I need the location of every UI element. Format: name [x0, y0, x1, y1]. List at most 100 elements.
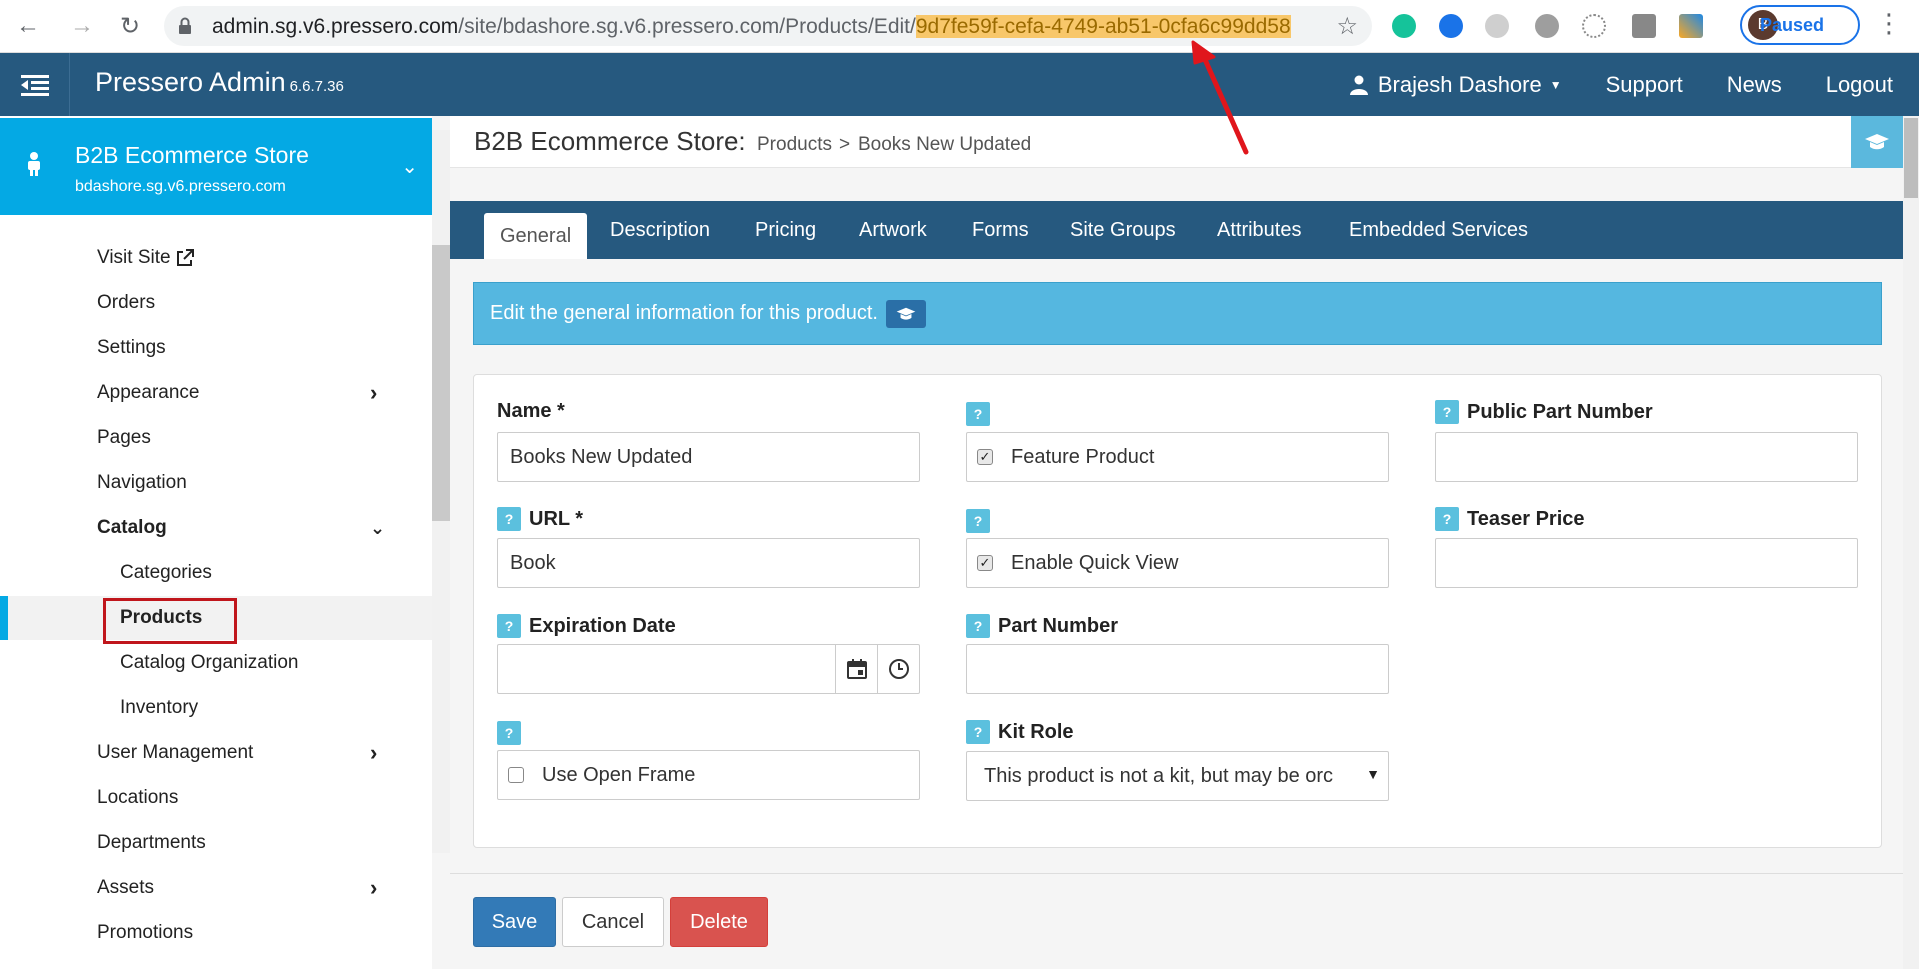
sidebar-item-catalog-organization[interactable]: Catalog Organization	[0, 641, 432, 685]
tab-pricing[interactable]: Pricing	[755, 201, 816, 259]
sidebar-item-orders[interactable]: Orders	[0, 281, 432, 325]
tab-description[interactable]: Description	[610, 201, 710, 259]
calendar-icon[interactable]	[835, 645, 877, 693]
g-extension-icon[interactable]	[1632, 14, 1656, 38]
sidebar-item-promotions[interactable]: Promotions	[0, 911, 432, 955]
name-input[interactable]: Books New Updated	[497, 432, 920, 482]
sidebar-scrollbar-thumb[interactable]	[432, 245, 450, 521]
help-question-icon[interactable]: ?	[497, 614, 521, 638]
help-question-icon[interactable]: ?	[497, 507, 521, 531]
tab-artwork[interactable]: Artwork	[859, 201, 927, 259]
annotation-highlight-box	[103, 598, 237, 644]
graduation-cap-icon	[1865, 134, 1889, 150]
page-scrollbar-thumb[interactable]	[1904, 118, 1918, 198]
user-menu[interactable]: Brajesh Dashore ▼	[1349, 71, 1562, 98]
snowflake-extension-icon[interactable]	[1582, 14, 1606, 38]
breadcrumb-products[interactable]: Products	[757, 134, 832, 156]
help-question-icon[interactable]: ?	[497, 721, 521, 745]
sidebar-item-visit-site[interactable]: Visit Site	[0, 236, 432, 280]
app-version: 6.6.7.36	[289, 78, 344, 95]
tab-site-groups[interactable]: Site Groups	[1070, 201, 1176, 259]
sidebar-item-pages[interactable]: Pages	[0, 416, 432, 460]
url-text: admin.sg.v6.pressero.com/site/bdashore.s…	[212, 15, 1291, 39]
sidebar-item-label: Departments	[97, 832, 206, 853]
product-tabs: General Description Pricing Artwork Form…	[450, 201, 1903, 259]
page-title: B2B Ecommerce Store:	[474, 126, 746, 156]
teaser-price-input[interactable]	[1435, 538, 1858, 588]
help-question-icon[interactable]: ?	[966, 720, 990, 744]
news-link[interactable]: News	[1727, 72, 1782, 98]
sidebar-toggle-icon[interactable]	[0, 53, 70, 116]
quick-view-label: Enable Quick View	[1011, 551, 1179, 574]
profile-button[interactable]: B Paused	[1740, 5, 1860, 45]
browser-toolbar: ← → ↻ admin.sg.v6.pressero.com/site/bdas…	[0, 0, 1919, 53]
chevron-right-icon: ›	[370, 875, 378, 900]
feature-product-checkbox[interactable]: ✓	[977, 449, 993, 465]
public-part-number-label: ? Public Part Number	[1435, 400, 1653, 424]
feature-product-row[interactable]: ✓ Feature Product	[966, 432, 1389, 482]
clock-icon[interactable]	[877, 645, 919, 693]
back-arrow-icon[interactable]: ←	[12, 10, 44, 42]
user-name: Brajesh Dashore	[1377, 71, 1542, 97]
tab-embedded-services[interactable]: Embedded Services	[1349, 201, 1528, 259]
part-number-label-text: Part Number	[998, 614, 1119, 637]
feature-help: ?	[966, 402, 998, 426]
url-input[interactable]: Book	[497, 538, 920, 588]
chat-extension-icon[interactable]	[1535, 14, 1559, 38]
quick-view-row[interactable]: ✓ Enable Quick View	[966, 538, 1389, 588]
gray-extension-icon[interactable]	[1485, 14, 1509, 38]
help-question-icon[interactable]: ?	[966, 614, 990, 638]
open-frame-label: Use Open Frame	[542, 763, 696, 786]
url-host: admin.sg.v6.pressero.com	[212, 15, 459, 38]
delete-button[interactable]: Delete	[670, 897, 768, 947]
sidebar-item-settings[interactable]: Settings	[0, 326, 432, 370]
help-question-icon[interactable]: ?	[1435, 507, 1459, 531]
bookmark-star-icon[interactable]: ☆	[1336, 12, 1358, 41]
browser-menu-icon[interactable]: ⋮	[1876, 8, 1902, 39]
support-link[interactable]: Support	[1606, 72, 1683, 98]
reload-icon[interactable]: ↻	[114, 10, 146, 42]
address-bar[interactable]: admin.sg.v6.pressero.com/site/bdashore.s…	[164, 6, 1372, 46]
url-product-id: 9d7fe59f-cefa-4749-ab51-0cfa6c99dd58	[915, 15, 1291, 38]
sidebar-item-user-management[interactable]: User Management ›	[0, 731, 432, 775]
sidebar-item-departments[interactable]: Departments	[0, 821, 432, 865]
help-question-icon[interactable]: ?	[966, 509, 990, 533]
tab-general[interactable]: General	[484, 213, 588, 259]
sidebar-item-locations[interactable]: Locations	[0, 776, 432, 820]
sidebar-item-catalog[interactable]: Catalog ⌄	[0, 506, 432, 550]
part-number-input[interactable]	[966, 644, 1389, 694]
kit-role-label-text: Kit Role	[998, 720, 1074, 743]
public-part-number-input[interactable]	[1435, 432, 1858, 482]
help-cap-button[interactable]	[886, 299, 926, 328]
sidebar-item-categories[interactable]: Categories	[0, 551, 432, 595]
save-button[interactable]: Save	[473, 897, 556, 947]
tab-forms[interactable]: Forms	[972, 201, 1029, 259]
cancel-button[interactable]: Cancel	[562, 897, 664, 947]
grammarly-extension-icon[interactable]	[1392, 14, 1416, 38]
sidebar-item-navigation[interactable]: Navigation	[0, 461, 432, 505]
top-nav: Brajesh Dashore ▼ Support News Logout	[1349, 53, 1919, 116]
app-header: Pressero Admin 6.6.7.36 Brajesh Dashore ▼…	[0, 53, 1919, 116]
url-field-label: ? URL *	[497, 507, 583, 531]
open-frame-checkbox[interactable]	[508, 767, 524, 783]
todo-extension-icon[interactable]	[1679, 14, 1703, 38]
checkmark-extension-icon[interactable]	[1439, 14, 1463, 38]
sidebar-item-label: Pages	[97, 427, 151, 448]
open-frame-row[interactable]: Use Open Frame	[497, 750, 920, 800]
sidebar-item-assets[interactable]: Assets ›	[0, 866, 432, 910]
sidebar-item-label: Visit Site	[97, 247, 171, 268]
store-switcher[interactable]: B2B Ecommerce Store bdashore.sg.v6.press…	[0, 118, 432, 215]
tab-attributes[interactable]: Attributes	[1217, 201, 1301, 259]
sidebar-item-label: Catalog	[97, 517, 167, 538]
kit-role-select[interactable]: This product is not a kit, but may be or…	[966, 751, 1389, 801]
quick-view-checkbox[interactable]: ✓	[977, 555, 993, 571]
help-toggle-button[interactable]	[1851, 116, 1903, 168]
logout-link[interactable]: Logout	[1826, 72, 1893, 98]
help-question-icon[interactable]: ?	[1435, 400, 1459, 424]
sidebar-item-inventory[interactable]: Inventory	[0, 686, 432, 730]
forward-arrow-icon[interactable]: →	[66, 10, 98, 42]
sidebar-item-appearance[interactable]: Appearance ›	[0, 371, 432, 415]
page-scrollbar[interactable]	[1903, 116, 1919, 969]
external-link-icon	[176, 249, 194, 266]
help-question-icon[interactable]: ?	[966, 402, 990, 426]
